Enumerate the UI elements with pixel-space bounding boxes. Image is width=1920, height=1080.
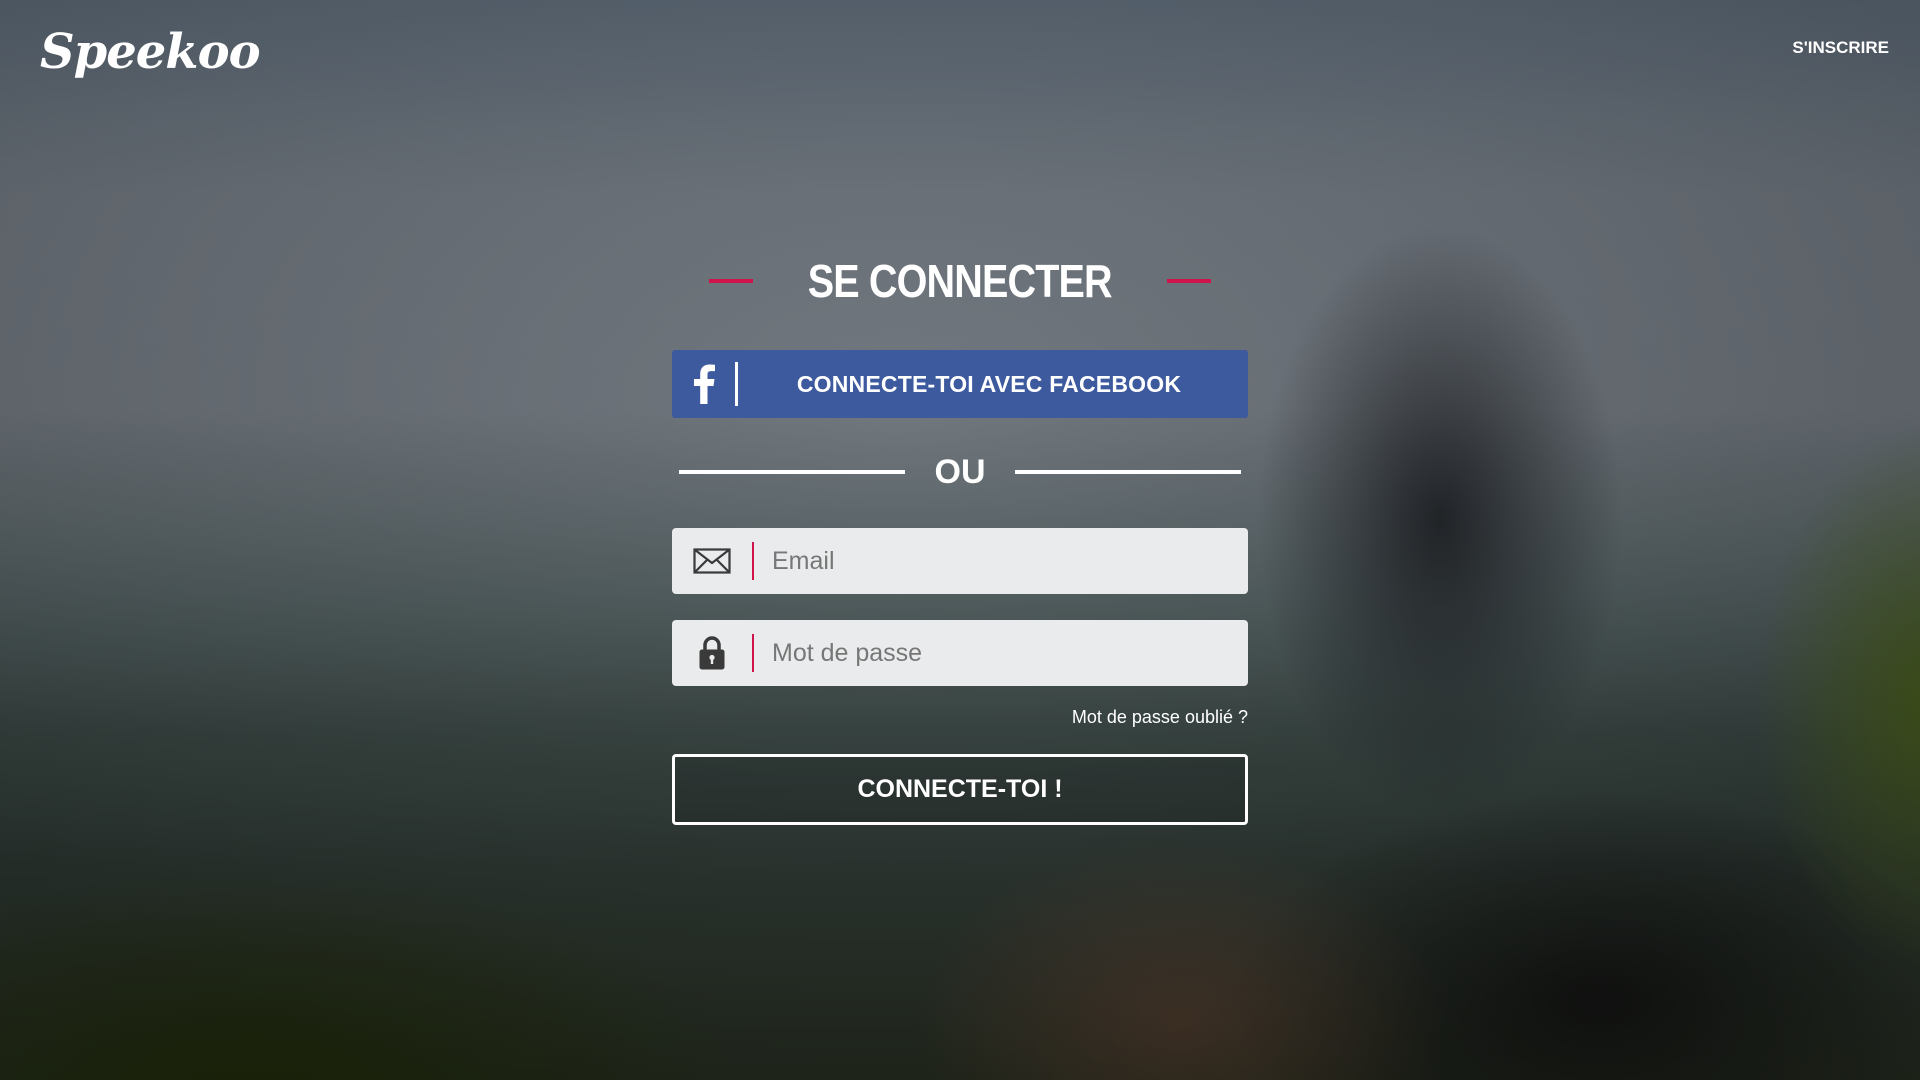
or-separator: OU bbox=[672, 450, 1248, 494]
forgot-password-link[interactable]: Mot de passe oublié ? bbox=[1072, 707, 1248, 728]
or-line-right bbox=[1015, 470, 1241, 474]
logo[interactable]: Speekoo bbox=[40, 24, 261, 80]
title-dash-left bbox=[709, 279, 754, 283]
login-submit-button[interactable]: CONNECTE-TOI ! bbox=[672, 754, 1248, 825]
signup-link[interactable]: S'INSCRIRE bbox=[1792, 38, 1889, 58]
email-input[interactable] bbox=[754, 531, 1248, 591]
or-line-left bbox=[679, 470, 905, 474]
title-dash-right bbox=[1166, 279, 1211, 283]
login-panel: SE CONNECTER CONNECTE-TOI AVEC FACEBOOK … bbox=[672, 250, 1248, 825]
envelope-icon bbox=[672, 528, 752, 594]
lock-icon bbox=[672, 620, 752, 686]
page-title: SE CONNECTER bbox=[807, 255, 1113, 307]
facebook-button-label: CONNECTE-TOI AVEC FACEBOOK bbox=[796, 370, 1182, 397]
facebook-login-button[interactable]: CONNECTE-TOI AVEC FACEBOOK bbox=[672, 350, 1248, 418]
email-field bbox=[672, 528, 1248, 594]
facebook-icon bbox=[672, 350, 735, 418]
password-input[interactable] bbox=[754, 623, 1248, 683]
title-row: SE CONNECTER bbox=[672, 250, 1248, 312]
password-field bbox=[672, 620, 1248, 686]
or-label: OU bbox=[934, 452, 986, 491]
